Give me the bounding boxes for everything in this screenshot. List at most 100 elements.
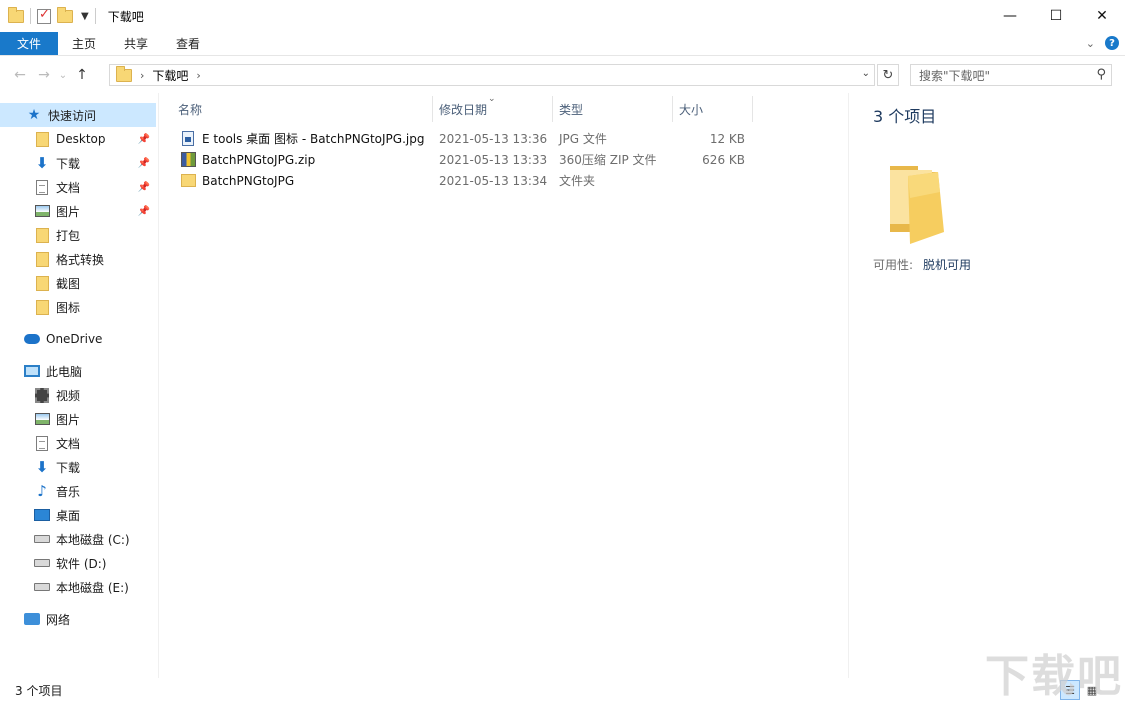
- file-size: 12 KB: [679, 128, 745, 149]
- title-bar: ▼ 下载吧 — ☐ ✕: [0, 0, 1125, 32]
- nav-item-pc-pictures[interactable]: 图片: [0, 407, 156, 431]
- new-folder-icon[interactable]: [57, 10, 73, 23]
- navigation-bar: ← → ⌄ ↑ › 下载吧 › ⌄ ↻ 搜索"下载吧" ⚲: [0, 57, 1125, 93]
- pin-icon[interactable]: 📌: [138, 182, 150, 193]
- nav-item-onedrive[interactable]: OneDrive: [0, 327, 156, 351]
- refresh-button[interactable]: ↻: [877, 64, 899, 86]
- nav-item-quick-access[interactable]: ★ 快速访问: [0, 103, 156, 127]
- file-name: BatchPNGtoJPG.zip: [202, 153, 315, 167]
- toolbar-divider: [30, 8, 31, 24]
- pin-icon[interactable]: 📌: [138, 158, 150, 169]
- nav-item-drive-d[interactable]: 软件 (D:): [0, 551, 156, 575]
- nav-item-label: 下载: [56, 459, 80, 476]
- properties-icon[interactable]: [37, 9, 51, 24]
- nav-item-format-convert[interactable]: 格式转换: [0, 247, 156, 271]
- search-icon[interactable]: ⚲: [1096, 67, 1106, 82]
- column-divider[interactable]: [432, 96, 433, 122]
- nav-item-music[interactable]: ♪ 音乐: [0, 479, 156, 503]
- address-history-dropdown-icon[interactable]: ⌄: [862, 68, 870, 79]
- drive-icon: [34, 579, 50, 595]
- search-input[interactable]: 搜索"下载吧" ⚲: [910, 64, 1112, 86]
- file-type: 360压缩 ZIP 文件: [559, 149, 671, 170]
- breadcrumb-separator-icon[interactable]: ›: [140, 69, 144, 82]
- folder-icon: [34, 299, 50, 315]
- availability-label: 可用性:: [873, 256, 913, 273]
- folder-icon[interactable]: [8, 10, 24, 23]
- file-size: 626 KB: [679, 149, 745, 170]
- file-name: BatchPNGtoJPG: [202, 174, 294, 188]
- tab-home[interactable]: 主页: [58, 32, 110, 55]
- pin-icon[interactable]: 📌: [138, 134, 150, 145]
- details-pane-divider[interactable]: [848, 93, 849, 678]
- file-type: JPG 文件: [559, 128, 671, 149]
- close-button[interactable]: ✕: [1079, 0, 1125, 32]
- nav-item-downloads[interactable]: ⬇ 下载 📌: [0, 151, 156, 175]
- column-header-size[interactable]: 大小: [679, 94, 703, 124]
- ribbon-tabs: 文件 主页 共享 查看 ⌄ ?: [0, 32, 1125, 56]
- column-divider[interactable]: [552, 96, 553, 122]
- nav-item-screenshots[interactable]: 截图: [0, 271, 156, 295]
- column-divider[interactable]: [752, 96, 753, 122]
- customize-toolbar-dropdown-icon[interactable]: ▼: [81, 11, 89, 22]
- column-header-name[interactable]: 名称: [178, 94, 202, 124]
- file-date: 2021-05-13 13:34: [439, 170, 551, 191]
- file-size: [679, 170, 745, 191]
- breadcrumb-current[interactable]: 下载吧: [152, 67, 188, 84]
- file-date: 2021-05-13 13:36: [439, 128, 551, 149]
- music-note-icon: ♪: [34, 483, 50, 499]
- nav-item-desktop-pc[interactable]: 桌面: [0, 503, 156, 527]
- file-date: 2021-05-13 13:33: [439, 149, 551, 170]
- nav-item-label: 格式转换: [56, 251, 104, 268]
- breadcrumb-separator-icon[interactable]: ›: [196, 69, 200, 82]
- nav-item-drive-c[interactable]: 本地磁盘 (C:): [0, 527, 156, 551]
- up-arrow-icon[interactable]: ↑: [70, 67, 94, 83]
- document-icon: [34, 435, 50, 451]
- back-arrow-icon[interactable]: ←: [8, 67, 32, 83]
- refresh-icon: ↻: [883, 68, 894, 83]
- details-item-count: 3 个项目: [873, 103, 936, 127]
- nav-item-label: 视频: [56, 387, 80, 404]
- forward-arrow-icon[interactable]: →: [32, 67, 56, 83]
- tab-file[interactable]: 文件: [0, 32, 58, 55]
- nav-item-videos[interactable]: 视频: [0, 383, 156, 407]
- column-header-type[interactable]: 类型: [559, 94, 583, 124]
- large-folder-icon: [888, 162, 946, 244]
- recent-locations-dropdown-icon[interactable]: ⌄: [56, 70, 70, 81]
- nav-item-documents[interactable]: 文档 📌: [0, 175, 156, 199]
- nav-item-label: 文档: [56, 179, 80, 196]
- nav-item-pc-documents[interactable]: 文档: [0, 431, 156, 455]
- address-bar[interactable]: › 下载吧 › ⌄: [109, 64, 875, 86]
- maximize-button[interactable]: ☐: [1033, 0, 1079, 32]
- download-arrow-icon: ⬇: [34, 155, 50, 171]
- nav-pane-divider: [158, 93, 159, 678]
- column-header-date[interactable]: 修改日期: [439, 94, 487, 124]
- status-item-count: 3 个项目: [15, 682, 62, 699]
- file-name-cell: E tools 桌面 图标 - BatchPNGtoJPG.jpg: [180, 128, 436, 149]
- tab-view[interactable]: 查看: [162, 32, 214, 55]
- picture-icon: [34, 411, 50, 427]
- nav-item-drive-e[interactable]: 本地磁盘 (E:): [0, 575, 156, 599]
- tab-share[interactable]: 共享: [110, 32, 162, 55]
- folder-icon: [34, 131, 50, 147]
- nav-item-network[interactable]: 网络: [0, 607, 156, 631]
- file-row[interactable]: E tools 桌面 图标 - BatchPNGtoJPG.jpg 2021-0…: [176, 128, 754, 149]
- pin-icon[interactable]: 📌: [138, 206, 150, 217]
- file-row[interactable]: BatchPNGtoJPG 2021-05-13 13:34 文件夹: [176, 170, 754, 191]
- folder-icon: [34, 227, 50, 243]
- availability-value: 脱机可用: [923, 256, 971, 273]
- nav-item-pictures[interactable]: 图片 📌: [0, 199, 156, 223]
- help-icon[interactable]: ?: [1105, 36, 1119, 50]
- nav-item-pc-downloads[interactable]: ⬇ 下载: [0, 455, 156, 479]
- expand-ribbon-chevron-icon[interactable]: ⌄: [1086, 37, 1095, 50]
- drive-icon: [34, 531, 50, 547]
- column-divider[interactable]: [672, 96, 673, 122]
- nav-item-this-pc[interactable]: 此电脑: [0, 359, 156, 383]
- network-icon: [24, 611, 40, 627]
- nav-item-desktop[interactable]: Desktop 📌: [0, 127, 156, 151]
- file-row[interactable]: BatchPNGtoJPG.zip 2021-05-13 13:33 360压缩…: [176, 149, 754, 170]
- picture-icon: [34, 203, 50, 219]
- folder-icon: [34, 275, 50, 291]
- nav-item-icons[interactable]: 图标: [0, 295, 156, 319]
- nav-item-pack[interactable]: 打包: [0, 223, 156, 247]
- minimize-button[interactable]: —: [987, 0, 1033, 32]
